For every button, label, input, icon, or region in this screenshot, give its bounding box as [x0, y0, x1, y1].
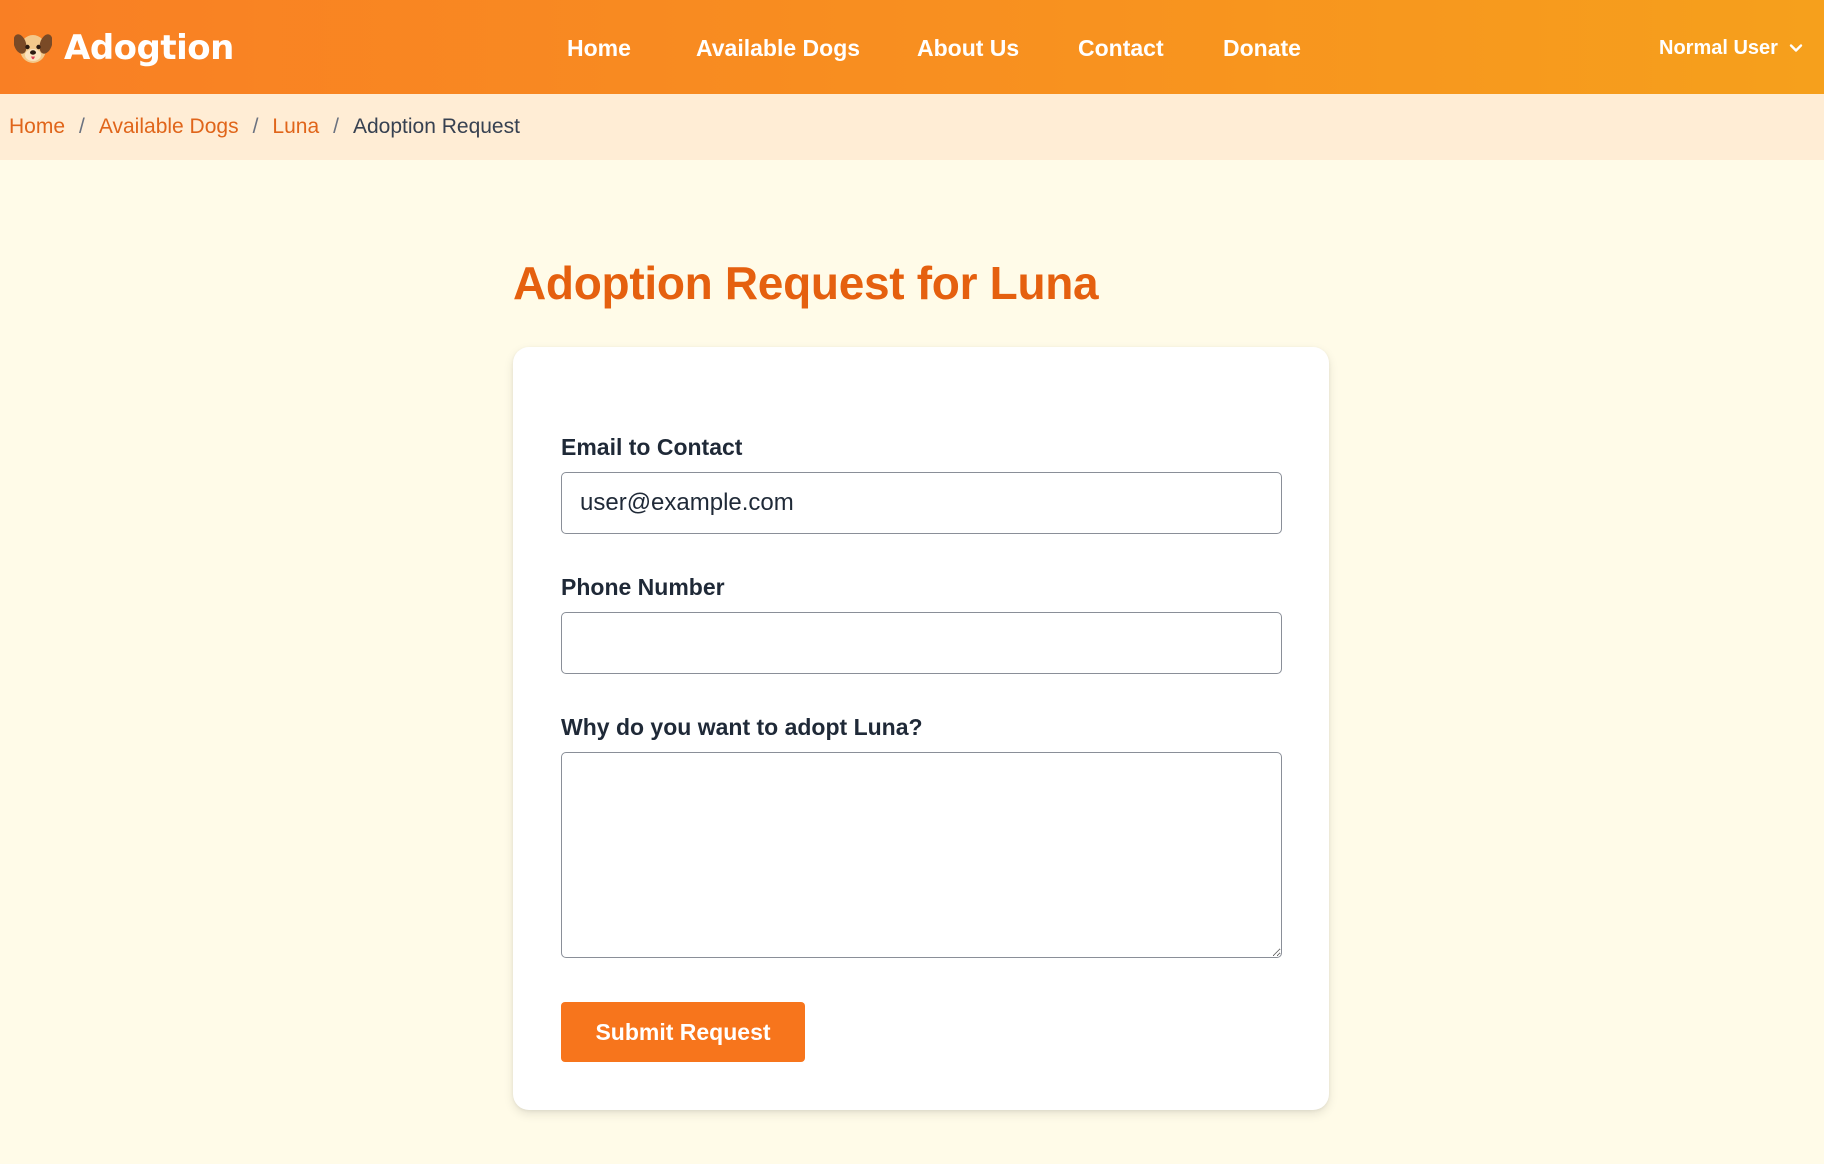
- breadcrumb-separator: /: [333, 115, 339, 138]
- dog-face-icon: [14, 34, 52, 63]
- top-navbar: Adogtion Home Available Dogs About Us Co…: [0, 0, 1824, 94]
- page-title: Adoption Request for Luna: [513, 257, 1099, 309]
- breadcrumb-separator: /: [252, 115, 259, 138]
- breadcrumb-home[interactable]: Home: [9, 115, 65, 139]
- email-field[interactable]: [561, 472, 1282, 534]
- breadcrumb-current: Adoption Request: [352, 115, 520, 138]
- adoption-request-form: Email to Contact Phone Number Why do you…: [513, 347, 1329, 1110]
- email-label: Email to Contact: [561, 434, 743, 460]
- breadcrumb: Home / Available Dogs / Luna / Adoption …: [0, 94, 1824, 160]
- phone-field[interactable]: [561, 612, 1282, 674]
- breadcrumb-separator: /: [79, 115, 85, 138]
- reason-textarea[interactable]: [561, 752, 1282, 958]
- reason-label: Why do you want to adopt Luna?: [561, 714, 923, 740]
- submit-request-button[interactable]: Submit Request: [561, 1002, 805, 1062]
- user-menu-label: Normal User: [1659, 36, 1778, 59]
- nav-about-us[interactable]: About Us: [917, 31, 1019, 65]
- nav-donate[interactable]: Donate: [1223, 31, 1301, 65]
- nav-home[interactable]: Home: [567, 31, 631, 65]
- nav-available-dogs[interactable]: Available Dogs: [696, 31, 860, 65]
- breadcrumb-available-dogs[interactable]: Available Dogs: [99, 115, 239, 139]
- brand-name: Adogtion: [64, 28, 234, 68]
- user-menu-dropdown[interactable]: Normal User: [1659, 31, 1804, 65]
- phone-label: Phone Number: [561, 574, 725, 600]
- nav-contact[interactable]: Contact: [1078, 31, 1164, 65]
- brand-logo-link[interactable]: Adogtion: [14, 26, 234, 70]
- breadcrumb-luna[interactable]: Luna: [272, 115, 319, 139]
- chevron-down-icon: [1789, 44, 1803, 52]
